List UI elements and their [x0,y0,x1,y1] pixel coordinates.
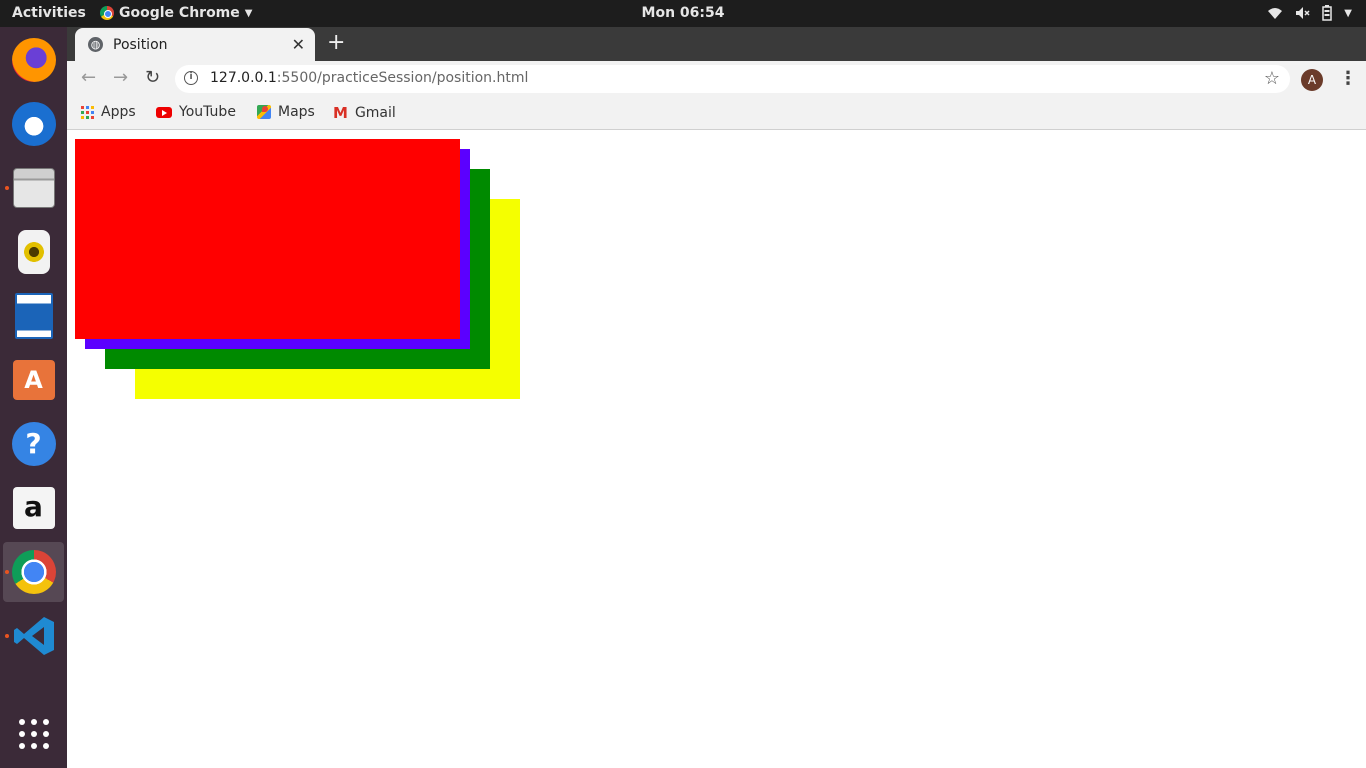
bookmark-label: Maps [278,104,315,120]
bookmark-apps[interactable]: Apps [81,104,136,120]
profile-avatar[interactable]: A [1301,69,1323,91]
new-tab-button[interactable]: + [327,32,345,54]
dock: A ? a [0,27,67,768]
system-tray[interactable]: ▼ [1267,5,1352,21]
show-apps-icon [18,719,49,749]
apps-grid-icon [81,105,94,119]
dock-vscode[interactable] [3,606,64,666]
dock-rhythmbox[interactable] [3,222,64,282]
page-content [67,131,1366,768]
bookmark-label: Gmail [354,105,396,121]
tab-strip: ◍ Position ✕ + [67,27,1366,61]
reload-icon[interactable]: ↻ [145,67,160,88]
writer-icon [14,293,53,339]
system-top-bar: Activities Google Chrome ▼ Mon 06:54 ▼ [0,0,1366,27]
chrome-icon [100,6,114,20]
bookmark-star-icon[interactable]: ☆ [1264,68,1280,89]
caret-down-icon: ▼ [244,7,253,19]
dock-show-apps[interactable] [3,704,64,764]
dock-thunderbird[interactable] [3,94,64,154]
firefox-icon [11,38,56,82]
dock-chrome[interactable] [3,542,64,602]
rhythmbox-icon [17,230,50,274]
thunderbird-icon [11,102,56,146]
wifi-icon [1268,8,1283,19]
bookmark-youtube[interactable]: YouTube [156,104,236,120]
bookmark-label: YouTube [179,104,236,120]
help-icon: ? [11,422,56,466]
maps-icon [257,105,271,119]
dock-firefox[interactable] [3,30,64,90]
forward-arrow-icon[interactable]: → [113,67,128,88]
vscode-icon [13,617,54,655]
dock-writer[interactable] [3,286,64,346]
bookmarks-bar: Apps YouTube Maps M Gmail [67,97,1366,130]
app-menu-label: Google Chrome [119,5,240,21]
dock-files[interactable] [3,158,64,218]
battery-icon [1322,5,1333,21]
software-icon: A [12,360,55,400]
dock-amazon[interactable]: a [3,478,64,538]
globe-icon: ◍ [88,37,103,52]
red-box [75,139,460,339]
bookmark-gmail[interactable]: M Gmail [333,104,396,122]
files-icon [12,168,55,208]
gmail-icon: M [333,104,348,122]
back-arrow-icon[interactable]: ← [81,67,96,88]
info-icon[interactable]: i [184,71,198,85]
dock-help[interactable]: ? [3,414,64,474]
close-tab-icon[interactable]: ✕ [292,35,305,54]
volume-muted-icon [1296,7,1310,19]
browser-toolbar: ← → ↻ i 127.0.0.1:5500/practiceSession/p… [67,61,1366,97]
clock[interactable]: Mon 06:54 [642,5,725,21]
activities-button[interactable]: Activities [12,5,86,21]
address-bar[interactable]: i 127.0.0.1:5500/practiceSession/positio… [175,65,1290,93]
tab-position[interactable]: ◍ Position ✕ [75,28,315,61]
more-menu-icon[interactable]: ⋮ [1339,68,1357,89]
youtube-icon [156,106,172,118]
chrome-icon [11,550,56,594]
bookmark-maps[interactable]: Maps [257,104,315,120]
amazon-icon: a [12,487,55,529]
caret-down-icon: ▼ [1344,7,1352,19]
url-text: 127.0.0.1:5500/practiceSession/position.… [210,70,529,86]
dock-software[interactable]: A [3,350,64,410]
bookmark-label: Apps [101,104,136,120]
tab-title: Position [113,36,168,53]
app-menu[interactable]: Google Chrome ▼ [100,5,252,21]
